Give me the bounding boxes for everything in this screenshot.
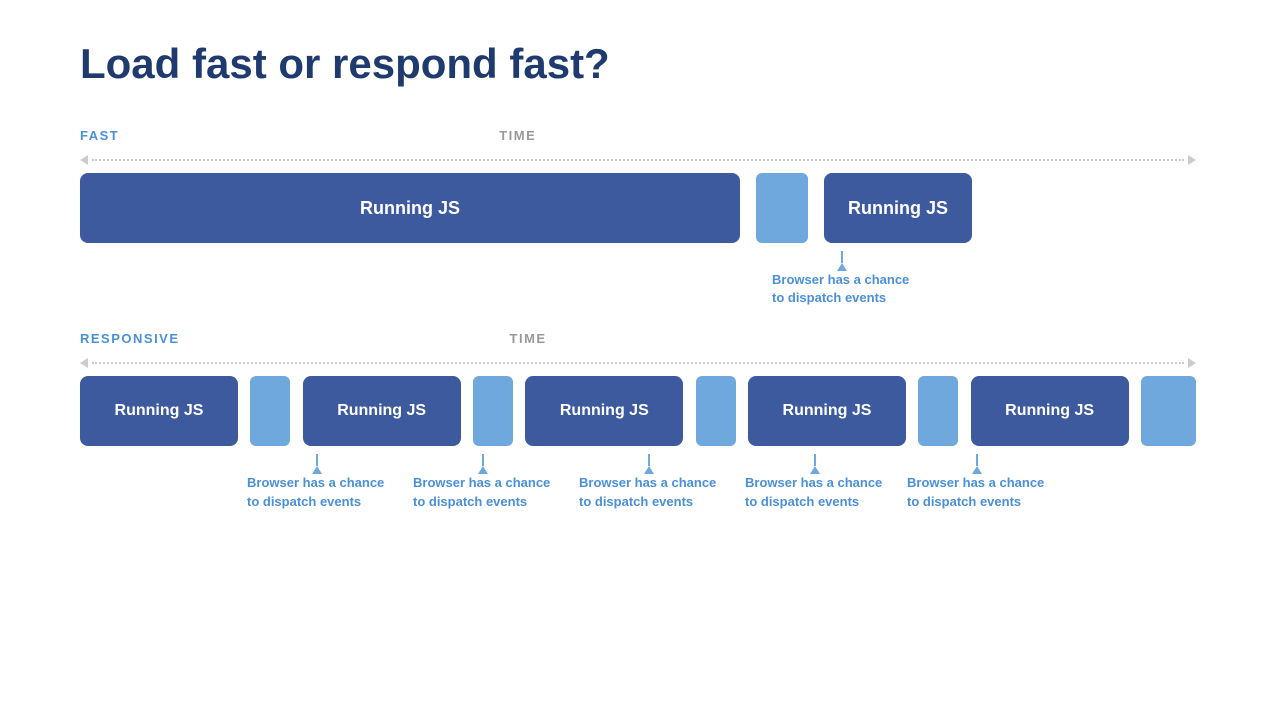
fast-annotation: Browser has a chance to dispatch events: [772, 251, 912, 307]
resp-ann-arrow-1: [312, 454, 322, 474]
resp-annotation-1: Browser has a chance to dispatch events: [243, 454, 391, 510]
resp-ann-spacer-4: [723, 454, 741, 510]
resp-ann-text-4: Browser has a chance to dispatch events: [745, 474, 885, 510]
responsive-section: RESPONSIVE TIME Running JS Running JS Ru…: [80, 331, 1196, 510]
resp-ann-line-3: [648, 454, 650, 466]
resp-ann-line-5: [976, 454, 978, 466]
responsive-time-label: TIME: [510, 331, 547, 346]
fast-js-block-second: Running JS: [824, 173, 972, 243]
resp-ann-line-1: [316, 454, 318, 466]
page-title: Load fast or respond fast?: [80, 40, 1196, 88]
fast-timeline-arrow: [80, 155, 1196, 165]
responsive-timeline-arrow: [80, 358, 1196, 368]
resp-js-5: Running JS: [971, 376, 1129, 446]
resp-ann-spacer-3: [557, 454, 575, 510]
resp-annotation-3: Browser has a chance to dispatch events: [575, 454, 723, 510]
resp-ann-arrowhead-2: [478, 466, 488, 474]
resp-ann-text-3: Browser has a chance to dispatch events: [579, 474, 719, 510]
fast-section: FAST TIME Running JS Running JS Browser …: [80, 128, 1196, 307]
resp-annotation-2: Browser has a chance to dispatch events: [409, 454, 557, 510]
fast-time-label: TIME: [499, 128, 536, 143]
fast-js-block-main: Running JS: [80, 173, 740, 243]
resp-ann-text-2: Browser has a chance to dispatch events: [413, 474, 553, 510]
responsive-arrow-right: [1188, 358, 1196, 368]
fast-arrow-left: [80, 155, 88, 165]
fast-arrow-right: [1188, 155, 1196, 165]
fast-dotted-line: [92, 159, 1184, 161]
resp-ann-spacer-2: [391, 454, 409, 510]
resp-ann-arrow-2: [478, 454, 488, 474]
fast-annotation-arrow: [837, 251, 847, 271]
resp-gap-1: [250, 376, 290, 446]
fast-blocks-row: Running JS Running JS: [80, 173, 1196, 243]
resp-ann-arrowhead-5: [972, 466, 982, 474]
responsive-label: RESPONSIVE: [80, 331, 180, 346]
fast-label: FAST: [80, 128, 119, 143]
resp-ann-arrow-5: [972, 454, 982, 474]
resp-gap-5: [1141, 376, 1196, 446]
resp-ann-arrow-4: [810, 454, 820, 474]
resp-gap-2: [473, 376, 513, 446]
resp-ann-line-2: [482, 454, 484, 466]
resp-ann-line-4: [814, 454, 816, 466]
fast-gap-block: [756, 173, 808, 243]
fast-header: FAST TIME: [80, 128, 1196, 149]
responsive-blocks-row: Running JS Running JS Running JS Running…: [80, 376, 1196, 446]
resp-ann-arrow-3: [644, 454, 654, 474]
resp-annotation-4: Browser has a chance to dispatch events: [741, 454, 889, 510]
resp-ann-arrowhead-4: [810, 466, 820, 474]
resp-ann-arrowhead-3: [644, 466, 654, 474]
resp-gap-3: [696, 376, 736, 446]
fast-annotation-row: Browser has a chance to dispatch events: [80, 251, 1196, 307]
resp-annotation-5: Browser has a chance to dispatch events: [903, 454, 1051, 510]
responsive-arrow-left: [80, 358, 88, 368]
resp-js-3: Running JS: [525, 376, 683, 446]
resp-ann-text-5: Browser has a chance to dispatch events: [907, 474, 1047, 510]
responsive-annotations-row: Browser has a chance to dispatch events …: [80, 454, 1196, 510]
fast-annotation-line: [841, 251, 843, 263]
resp-ann-spacer-1: [80, 454, 243, 510]
resp-js-4: Running JS: [748, 376, 906, 446]
responsive-dotted-line: [92, 362, 1184, 364]
fast-annotation-text: Browser has a chance to dispatch events: [772, 271, 912, 307]
resp-js-2: Running JS: [303, 376, 461, 446]
resp-gap-4: [918, 376, 958, 446]
fast-annotation-arrowhead: [837, 263, 847, 271]
resp-ann-arrowhead-1: [312, 466, 322, 474]
resp-js-1: Running JS: [80, 376, 238, 446]
resp-ann-text-1: Browser has a chance to dispatch events: [247, 474, 387, 510]
responsive-header: RESPONSIVE TIME: [80, 331, 1196, 352]
resp-ann-spacer-5: [889, 454, 903, 510]
